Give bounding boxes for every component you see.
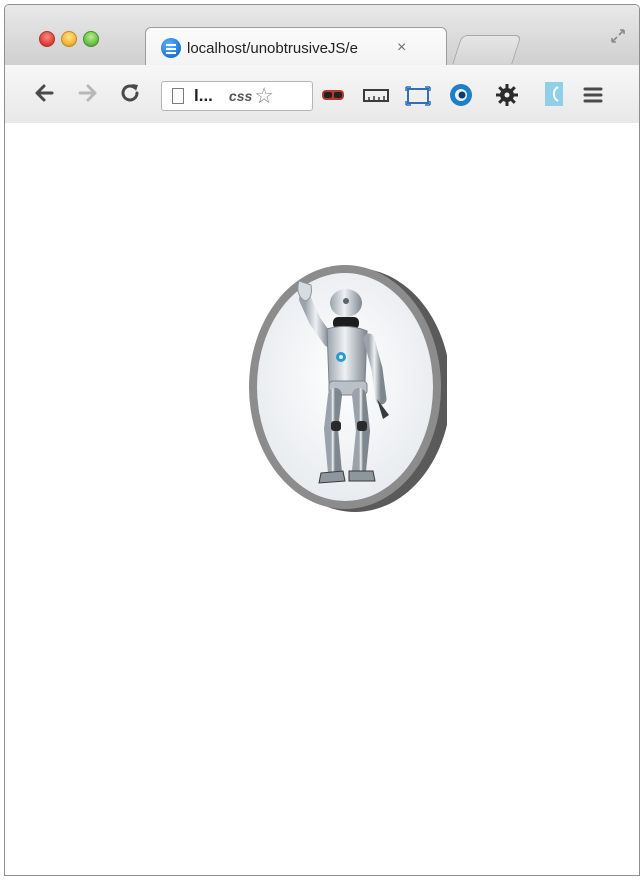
browser-window: localhost/unobtrusiveJS/e × l... css ☆ <box>4 4 640 876</box>
toolbar: l... css ☆ <box>5 65 639 124</box>
reload-icon[interactable] <box>115 79 145 107</box>
page-icon <box>172 88 184 104</box>
gear-extension-icon[interactable] <box>495 83 518 106</box>
fullscreen-icon[interactable] <box>609 27 627 50</box>
css-badge[interactable]: css <box>229 88 252 104</box>
robot-image[interactable] <box>243 259 451 513</box>
ruler-extension-icon[interactable] <box>363 86 389 104</box>
tab-close-icon[interactable]: × <box>397 39 406 57</box>
back-arrow-icon[interactable] <box>29 79 59 107</box>
favicon-icon <box>161 38 181 58</box>
minimize-window-button[interactable] <box>61 31 77 47</box>
address-bar[interactable]: l... css ☆ <box>161 81 313 111</box>
eye-extension-icon[interactable] <box>449 83 472 106</box>
tab-title: localhost/unobtrusiveJS/e <box>187 39 358 57</box>
tab-strip: localhost/unobtrusiveJS/e × <box>5 5 639 66</box>
forward-arrow-icon[interactable] <box>73 79 103 107</box>
bookmark-extension-icon[interactable] <box>543 81 565 106</box>
maximize-window-button[interactable] <box>83 31 99 47</box>
url-text[interactable]: l... <box>194 86 213 106</box>
mask-extension-icon[interactable] <box>321 86 344 104</box>
frame-extension-icon[interactable] <box>405 86 431 106</box>
close-window-button[interactable] <box>39 31 55 47</box>
star-icon[interactable]: ☆ <box>254 83 274 109</box>
page-content <box>5 123 639 875</box>
tab-content[interactable]: localhost/unobtrusiveJS/e × <box>153 31 441 65</box>
menu-icon[interactable] <box>583 85 605 103</box>
new-tab-button[interactable] <box>452 35 522 64</box>
